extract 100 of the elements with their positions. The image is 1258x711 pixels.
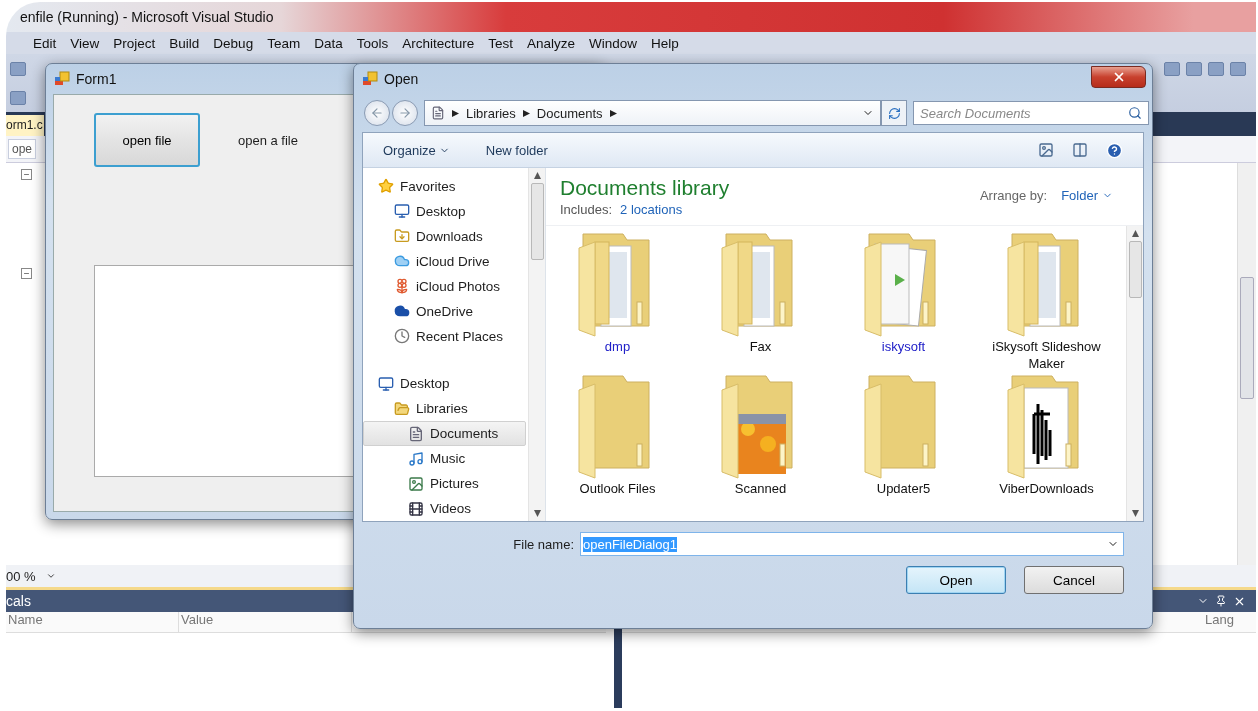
file-name-label: File name: bbox=[513, 536, 574, 552]
nav-item[interactable]: Favorites bbox=[363, 174, 526, 199]
scroll-thumb[interactable] bbox=[1240, 277, 1254, 399]
scroll-up-icon[interactable] bbox=[1131, 230, 1139, 237]
menu-item[interactable]: Help bbox=[644, 35, 686, 51]
toolbar-icon[interactable] bbox=[1164, 61, 1180, 76]
nav-item[interactable]: iCloud Photos bbox=[363, 273, 526, 299]
help-icon[interactable] bbox=[1106, 141, 1123, 159]
scrollbar[interactable] bbox=[528, 168, 545, 521]
refresh-icon[interactable] bbox=[887, 106, 901, 120]
chevron-icon[interactable] bbox=[452, 109, 459, 117]
clock-icon bbox=[394, 328, 410, 345]
column-header[interactable]: Name bbox=[6, 612, 179, 632]
close-button[interactable] bbox=[1091, 66, 1146, 88]
scrollbar[interactable] bbox=[1126, 226, 1143, 521]
document-icon bbox=[431, 106, 445, 120]
refresh-button[interactable] bbox=[881, 100, 907, 126]
monitor-icon bbox=[378, 375, 394, 392]
folder-name[interactable]: Scanned bbox=[734, 480, 787, 497]
menu-item[interactable]: Team bbox=[260, 35, 308, 51]
menu-item[interactable]: Tools bbox=[349, 35, 396, 51]
chevron-icon[interactable] bbox=[609, 109, 617, 117]
scroll-down-icon[interactable] bbox=[533, 510, 541, 517]
nav-item[interactable]: OneDrive bbox=[363, 298, 526, 324]
nav-item[interactable]: Recent Places bbox=[363, 323, 526, 349]
breadcrumb[interactable]: Documents bbox=[536, 105, 603, 121]
document-tab[interactable]: orm1.c bbox=[6, 115, 44, 136]
scroll-down-icon[interactable] bbox=[1131, 510, 1139, 517]
window-icon bbox=[54, 71, 70, 87]
includes-label: Includes: bbox=[560, 202, 613, 217]
column-header[interactable]: Value bbox=[179, 612, 352, 632]
nav-item[interactable]: Desktop bbox=[363, 371, 526, 397]
nav-item[interactable]: Documents bbox=[363, 421, 526, 447]
menu-item[interactable]: Build bbox=[162, 35, 207, 51]
folder-name[interactable]: dmp bbox=[604, 338, 631, 355]
nav-item[interactable]: iCloud Drive bbox=[363, 248, 526, 274]
window-title: enfile (Running) - Microsoft Visual Studio bbox=[20, 9, 274, 25]
column-header[interactable]: Lang bbox=[1203, 612, 1234, 632]
toolbar-icon[interactable] bbox=[10, 90, 26, 105]
menu-item[interactable]: Edit bbox=[26, 35, 64, 51]
dialog-button[interactable]: Cancel bbox=[1024, 566, 1124, 594]
breadcrumb[interactable]: Libraries bbox=[466, 105, 516, 121]
window-title: Open bbox=[384, 71, 419, 87]
menu-item[interactable]: Project bbox=[106, 35, 163, 51]
toolbar-icon[interactable] bbox=[1186, 61, 1202, 76]
folder-name[interactable]: Outlook Files bbox=[579, 480, 656, 497]
collapse-icon[interactable] bbox=[20, 268, 32, 279]
pin-icon[interactable] bbox=[1215, 594, 1227, 607]
chevron-icon[interactable] bbox=[522, 109, 530, 117]
document-icon bbox=[408, 425, 424, 442]
dialog-button[interactable]: Open bbox=[906, 566, 1006, 594]
nav-item[interactable]: Libraries bbox=[363, 396, 526, 422]
address-bar[interactable]: Libraries Documents bbox=[424, 100, 881, 126]
window-title: Form1 bbox=[76, 71, 117, 87]
nav-item[interactable]: Desktop bbox=[363, 198, 526, 224]
scroll-up-icon[interactable] bbox=[533, 172, 541, 179]
scrollbar[interactable] bbox=[1237, 163, 1256, 565]
forward-button[interactable] bbox=[392, 100, 418, 126]
toolbar-icon[interactable] bbox=[1230, 61, 1246, 76]
menu-item[interactable]: Analyze bbox=[520, 35, 583, 51]
film-icon bbox=[408, 500, 424, 517]
open-file-button[interactable]: open file bbox=[94, 113, 200, 167]
folder-name[interactable]: Updater5 bbox=[876, 480, 931, 497]
library-title: Documents library bbox=[560, 176, 730, 200]
menu-item[interactable]: Debug bbox=[206, 35, 261, 51]
toolbar-button[interactable]: Organize bbox=[383, 140, 450, 160]
nav-item[interactable]: Music bbox=[363, 446, 526, 472]
nav-item[interactable]: Videos bbox=[363, 496, 526, 521]
menu-item[interactable]: Window bbox=[582, 35, 645, 51]
view-icon[interactable] bbox=[1038, 142, 1054, 158]
menu-item[interactable]: Test bbox=[481, 35, 520, 51]
toolbar-icon[interactable] bbox=[1208, 61, 1224, 76]
scroll-thumb[interactable] bbox=[1128, 241, 1142, 298]
menu-item[interactable]: Architecture bbox=[395, 35, 482, 51]
back-button[interactable] bbox=[364, 100, 390, 126]
folder-name[interactable]: Fax bbox=[749, 338, 772, 355]
scroll-thumb[interactable] bbox=[530, 183, 544, 260]
search-field[interactable]: Search Documents bbox=[913, 101, 1149, 125]
toolbar-icon[interactable] bbox=[10, 61, 26, 76]
music-note-icon bbox=[408, 450, 424, 467]
preview-pane-icon[interactable] bbox=[1072, 142, 1088, 158]
locations-link[interactable]: 2 locations bbox=[620, 202, 683, 217]
toolbar-button[interactable]: New folder bbox=[485, 140, 548, 160]
folder-name[interactable]: iskysoft bbox=[881, 338, 926, 355]
folder-name[interactable]: iSkysoft Slideshow Maker bbox=[981, 338, 1112, 372]
arrange-dropdown[interactable]: Folder bbox=[1061, 188, 1113, 203]
nav-item[interactable]: Pictures bbox=[363, 471, 526, 497]
menu-item[interactable]: View bbox=[63, 35, 107, 51]
arrange-label: Arrange by: bbox=[979, 188, 1048, 203]
collapse-icon[interactable] bbox=[20, 169, 32, 180]
folder-download-icon bbox=[394, 228, 410, 245]
folder-name[interactable]: ViberDownloads bbox=[999, 480, 1094, 497]
nav-item[interactable]: Downloads bbox=[363, 223, 526, 249]
menu-item[interactable]: Data bbox=[307, 35, 350, 51]
caret-icon[interactable] bbox=[45, 571, 56, 581]
member-dropdown[interactable]: ope bbox=[8, 139, 37, 159]
window-icon bbox=[362, 71, 378, 87]
zoom-level[interactable]: 00 % bbox=[6, 568, 36, 584]
folder-icon bbox=[394, 400, 410, 417]
form-label: open a file bbox=[238, 132, 298, 148]
